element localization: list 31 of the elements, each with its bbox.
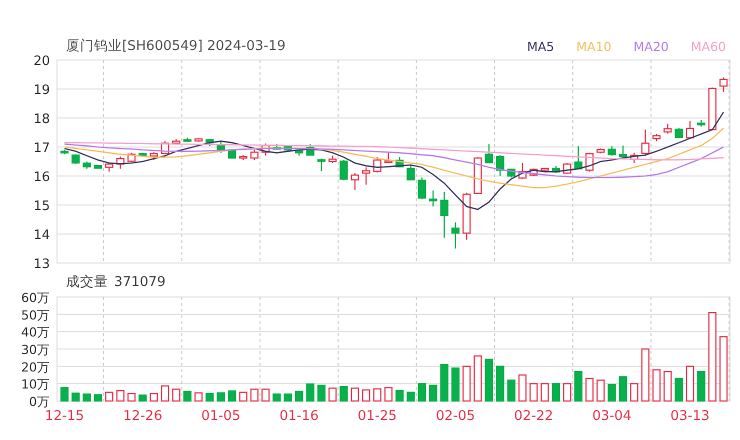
legend-label: MA5 — [526, 38, 554, 54]
volume-value: 371079 — [114, 274, 166, 290]
axis-tick-label: 20 — [33, 54, 50, 69]
axis-tick-label: 03-04 — [592, 408, 632, 424]
axis-tick-label: 50万 — [21, 307, 50, 322]
axis-tick-label: 01-16 — [279, 408, 319, 424]
axis-tick-label: 10万 — [21, 376, 50, 392]
axis-tick-label: 16 — [33, 170, 50, 185]
legend-label: MA60 — [690, 38, 726, 54]
axis-tick-label: 14 — [33, 228, 50, 243]
axis-tick-label: 13 — [33, 257, 50, 272]
chart-title: 厦门钨业[SH600549] 2024-03-19 — [66, 37, 286, 55]
axis-tick-label: 40万 — [21, 324, 50, 340]
axis-tick-label: 15 — [33, 199, 50, 214]
axis-tick-label: 30万 — [21, 342, 50, 357]
legend-label: MA10 — [576, 38, 612, 54]
axis-tick-label: 60万 — [21, 290, 50, 305]
axis-tick-label: 17 — [33, 141, 50, 156]
volume-label: 成交量 — [66, 273, 108, 291]
axis-tick-label: 02-05 — [436, 408, 476, 424]
axis-tick-label: 02-22 — [514, 408, 554, 424]
axis-tick-label: 12-15 — [44, 408, 84, 424]
axis-tick-label: 19 — [33, 83, 50, 98]
axis-tick-label: 20万 — [21, 359, 50, 374]
axis-tick-label: 03-13 — [670, 408, 710, 424]
axis-tick-label: 18 — [33, 112, 50, 127]
legend-label: MA20 — [634, 38, 669, 54]
axis-tick-label: 01-05 — [201, 408, 240, 424]
axis-tick-label: 12-26 — [123, 408, 162, 424]
axis-tick-label: 01-25 — [358, 408, 397, 424]
axis-tick-label: 0万 — [29, 394, 50, 409]
